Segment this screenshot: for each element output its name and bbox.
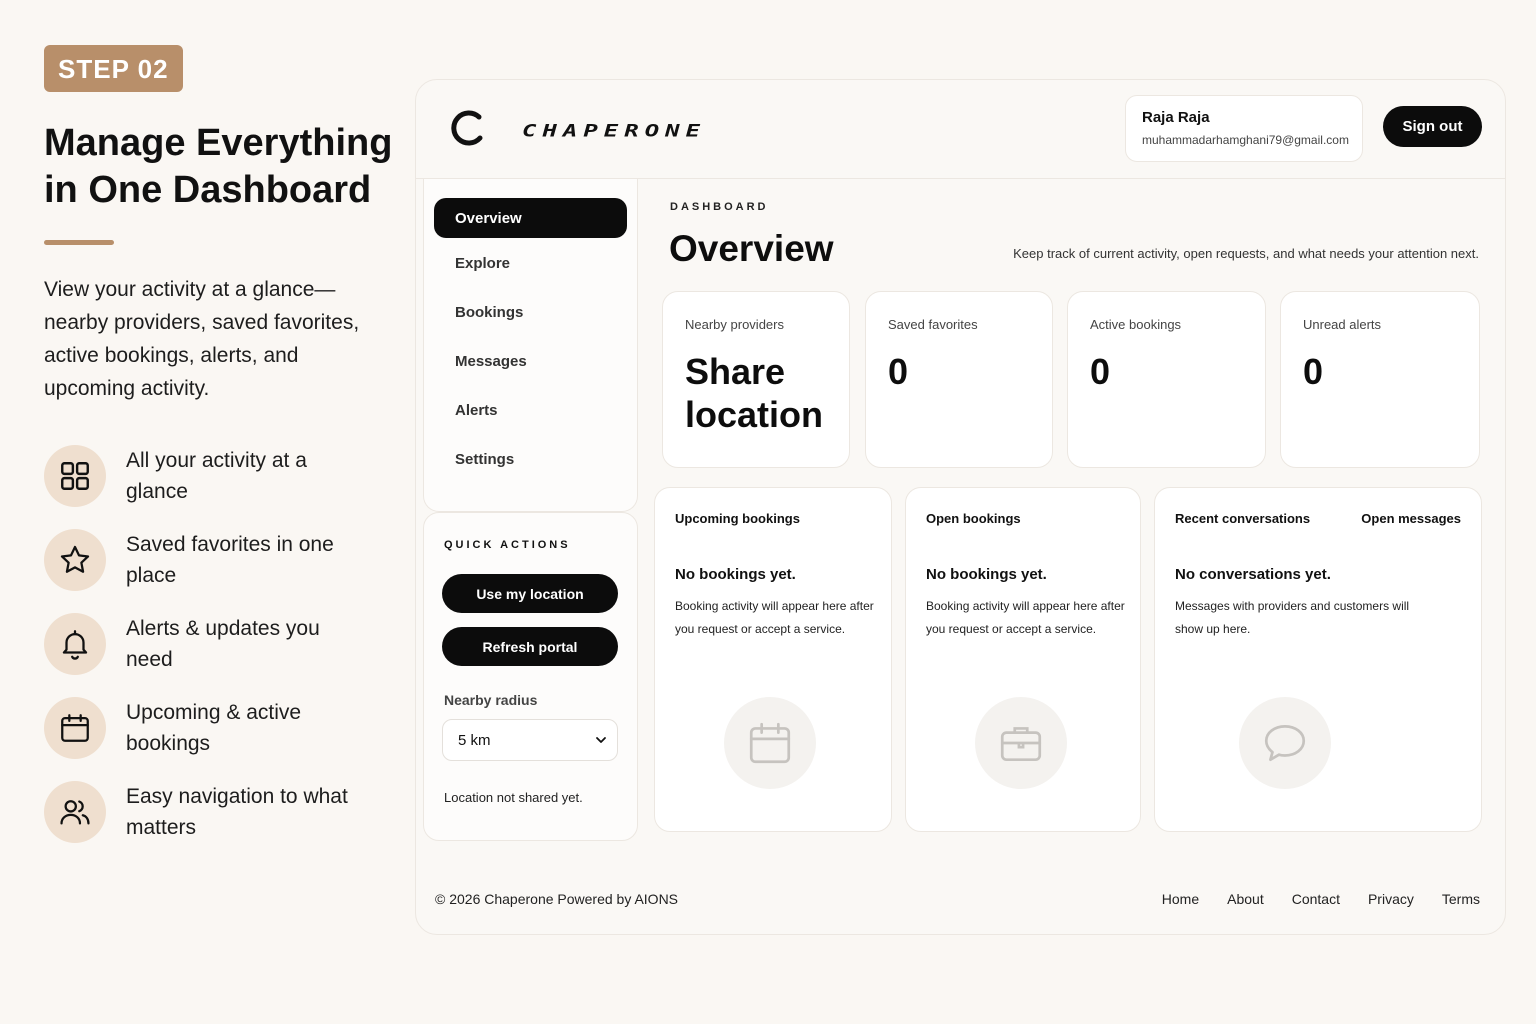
panel-empty-title: No bookings yet. (926, 566, 1047, 583)
footer-link-about[interactable]: About (1227, 891, 1264, 907)
stat-value: 0 (1090, 351, 1111, 392)
panel-empty-description: Booking activity will appear here after … (675, 599, 874, 636)
user-card[interactable]: Raja Raja muhammadarhamghani79@gmail.com (1125, 95, 1363, 162)
panel-title: Recent conversations (1175, 511, 1311, 526)
bell-icon (44, 613, 106, 675)
sidebar-item-messages[interactable]: Messages (434, 341, 627, 381)
stat-value: Share location (685, 351, 824, 435)
brand-wordmark[interactable]: CHAPERONE (522, 121, 706, 141)
page-subtitle: Keep track of current activity, open req… (1013, 246, 1479, 261)
stat-card-active-bookings[interactable]: Active bookings 0 (1067, 291, 1266, 468)
dashboard-window: CHAPERONE Raja Raja muhammadarhamghani79… (415, 79, 1506, 935)
upcoming-bookings-panel: Upcoming bookings No bookings yet. Booki… (654, 487, 892, 832)
logo-icon[interactable] (448, 108, 488, 148)
feature-item: Upcoming & active bookings (44, 697, 394, 759)
grid-icon (44, 445, 106, 507)
footer-copyright: © 2026 Chaperone Powered by AIONS (435, 891, 679, 907)
recent-conversations-panel: Recent conversations Open messages No co… (1154, 487, 1482, 832)
calendar-icon (44, 697, 106, 759)
stat-label: Active bookings (1090, 317, 1182, 332)
users-icon (44, 781, 106, 843)
footer-link-home[interactable]: Home (1162, 891, 1199, 907)
quick-actions-title: QUICK ACTIONS (444, 539, 571, 551)
headline: Manage Everything in One Dashboard (44, 122, 393, 211)
sidebar-item-settings[interactable]: Settings (434, 439, 627, 479)
feature-item: All your activity at a glance (44, 445, 394, 507)
feature-text: All your activity at a glance (126, 449, 307, 503)
step-badge: STEP 02 (44, 45, 183, 92)
footer-links: Home About Contact Privacy Terms (1162, 891, 1480, 907)
stat-label: Nearby providers (685, 317, 784, 332)
feature-text: Upcoming & active bookings (126, 701, 302, 755)
refresh-portal-button[interactable]: Refresh portal (442, 627, 618, 666)
feature-item: Alerts & updates you need (44, 613, 394, 675)
footer-link-terms[interactable]: Terms (1442, 891, 1480, 907)
stat-label: Unread alerts (1303, 317, 1382, 332)
panel-title: Upcoming bookings (675, 511, 800, 526)
chat-bubble-icon (1239, 697, 1331, 789)
quick-actions-card: QUICK ACTIONS Use my location Refresh po… (423, 512, 638, 841)
sidebar-item-explore[interactable]: Explore (434, 243, 627, 283)
stat-card-saved-favorites[interactable]: Saved favorites 0 (865, 291, 1053, 468)
star-icon (44, 529, 106, 591)
panel-empty-description: Booking activity will appear here after … (926, 599, 1125, 636)
page-title: Overview (669, 228, 834, 269)
panel-empty-title: No conversations yet. (1175, 566, 1331, 583)
panel-title: Open bookings (926, 511, 1021, 526)
stat-value: 0 (888, 351, 909, 392)
feature-item: Saved favorites in one place (44, 529, 394, 591)
radius-select[interactable]: 5 km (442, 719, 618, 761)
section-eyebrow: DASHBOARD (670, 201, 769, 213)
sidebar-item-overview[interactable]: Overview (434, 198, 627, 238)
top-bar: CHAPERONE Raja Raja muhammadarhamghani79… (416, 80, 1505, 179)
panel-empty-description: Messages with providers and customers wi… (1175, 599, 1410, 636)
feature-list: All your activity at a glance Saved favo… (44, 445, 394, 843)
chevron-down-icon (596, 737, 606, 743)
open-messages-link[interactable]: Open messages (1361, 511, 1461, 526)
sidebar-item-bookings[interactable]: Bookings (434, 292, 627, 332)
feature-text: Saved favorites in one place (126, 533, 334, 587)
intro-text: View your activity at a glance—nearby pr… (44, 278, 360, 400)
feature-text: Easy navigation to what matters (126, 785, 348, 839)
headline-divider (44, 240, 114, 245)
panel-empty-title: No bookings yet. (675, 566, 796, 583)
footer-link-privacy[interactable]: Privacy (1368, 891, 1414, 907)
sign-out-button[interactable]: Sign out (1383, 106, 1482, 147)
feature-text: Alerts & updates you need (126, 617, 320, 671)
user-email: muhammadarhamghani79@gmail.com (1142, 133, 1349, 147)
stat-card-nearby-providers[interactable]: Nearby providers Share location (662, 291, 850, 468)
stat-card-unread-alerts[interactable]: Unread alerts 0 (1280, 291, 1480, 468)
radius-value: 5 km (458, 731, 491, 749)
footer-link-contact[interactable]: Contact (1292, 891, 1340, 907)
briefcase-icon (975, 697, 1067, 789)
use-location-button[interactable]: Use my location (442, 574, 618, 613)
user-name: Raja Raja (1142, 109, 1210, 126)
stat-value: 0 (1303, 351, 1324, 392)
stat-label: Saved favorites (888, 317, 978, 332)
open-bookings-panel: Open bookings No bookings yet. Booking a… (905, 487, 1141, 832)
marketing-panel: STEP 02 Manage Everything in One Dashboa… (44, 45, 394, 865)
sidebar-item-alerts[interactable]: Alerts (434, 390, 627, 430)
feature-item: Easy navigation to what matters (44, 781, 394, 843)
sidebar-nav: Overview Explore Bookings Messages Alert… (423, 179, 638, 512)
calendar-icon (724, 697, 816, 789)
radius-label: Nearby radius (444, 692, 538, 708)
location-status: Location not shared yet. (444, 790, 583, 805)
